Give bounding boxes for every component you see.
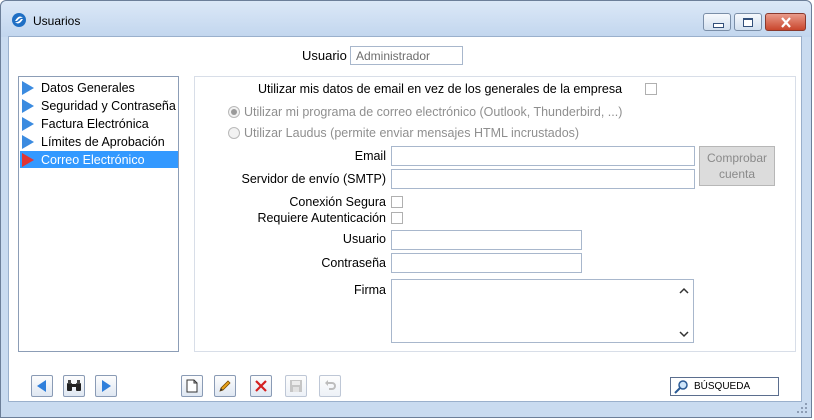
password-label: Contraseña (321, 256, 386, 270)
use-my-email-checkbox[interactable] (645, 83, 657, 95)
close-button[interactable] (765, 13, 806, 31)
previous-button[interactable] (31, 375, 53, 397)
tree-item-label: Factura Electrónica (41, 116, 149, 131)
tree-item-label: Datos Generales (41, 80, 135, 95)
delete-icon (255, 380, 267, 392)
tree-item-label: Correo Electrónico (41, 152, 145, 167)
mail-program-radio[interactable] (228, 106, 240, 118)
minimize-button[interactable] (703, 13, 731, 31)
next-button[interactable] (95, 375, 117, 397)
arrow-left-icon (37, 380, 46, 392)
laudus-label: Utilizar Laudus (permite enviar mensajes… (244, 126, 580, 140)
tree-item-label: Seguridad y Contraseña (41, 98, 176, 113)
check-account-button[interactable]: Comprobar cuenta (699, 146, 775, 186)
save-icon (290, 380, 302, 392)
undo-icon (325, 380, 336, 390)
section-tree: Datos Generales Seguridad y Contraseña F… (18, 76, 179, 352)
arrow-right-icon (102, 380, 111, 392)
smtp-user-label: Usuario (342, 232, 386, 246)
signature-label: Firma (354, 283, 386, 297)
search-label: BÚSQUEDA (694, 381, 751, 392)
smtp-input[interactable] (391, 169, 695, 189)
requires-auth-checkbox[interactable] (391, 212, 403, 224)
new-button[interactable] (181, 375, 203, 397)
email-label: Email (354, 149, 386, 163)
title-bar[interactable]: Usuarios (1, 1, 811, 37)
password-input[interactable] (391, 253, 582, 273)
close-icon (781, 17, 791, 28)
app-logo-icon (12, 13, 26, 27)
laudus-radio[interactable] (228, 127, 240, 139)
pencil-icon (219, 380, 231, 392)
find-button[interactable] (63, 375, 85, 397)
arrow-icon (22, 80, 34, 95)
arrow-icon (22, 116, 34, 131)
new-document-icon (186, 379, 198, 393)
tree-item-label: Límites de Aprobación (41, 134, 165, 149)
undo-button[interactable] (319, 375, 341, 397)
smtp-label: Servidor de envío (SMTP) (241, 172, 387, 186)
resize-grip-icon[interactable] (796, 402, 808, 414)
save-button[interactable] (285, 375, 307, 397)
search-box[interactable]: BÚSQUEDA (670, 377, 779, 396)
requires-auth-label: Requiere Autenticación (257, 211, 386, 225)
tree-item-seguridad[interactable]: Seguridad y Contraseña (20, 97, 178, 114)
check-account-line2: cuenta (718, 167, 756, 181)
edit-button[interactable] (214, 375, 236, 397)
check-account-line1: Comprobar (706, 151, 768, 165)
arrow-icon (22, 134, 34, 149)
window-title: Usuarios (33, 14, 81, 28)
signature-textarea[interactable] (391, 279, 694, 343)
user-label: Usuario (302, 48, 347, 63)
tree-item-limites[interactable]: Límites de Aprobación (20, 133, 178, 150)
delete-button[interactable] (250, 375, 272, 397)
binoculars-icon (67, 380, 81, 391)
email-input[interactable] (391, 146, 695, 166)
tree-item-datos-generales[interactable]: Datos Generales (20, 79, 178, 96)
secure-connection-checkbox[interactable] (391, 196, 403, 208)
scroll-down-icon[interactable] (679, 330, 689, 338)
mail-program-label: Utilizar mi programa de correo electróni… (244, 105, 623, 119)
smtp-user-input[interactable] (391, 230, 582, 250)
minimize-icon (713, 23, 724, 28)
arrow-icon (22, 152, 34, 167)
tree-item-correo[interactable]: Correo Electrónico (20, 151, 178, 168)
use-my-email-label: Utilizar mis datos de email en vez de lo… (258, 82, 623, 96)
arrow-icon (22, 98, 34, 113)
user-field[interactable]: Administrador (350, 46, 463, 65)
search-icon (674, 379, 688, 394)
tree-item-factura[interactable]: Factura Electrónica (20, 115, 178, 132)
secure-connection-label: Conexión Segura (289, 195, 386, 209)
maximize-icon (743, 18, 753, 27)
maximize-button[interactable] (734, 13, 762, 31)
scroll-up-icon[interactable] (679, 287, 689, 295)
